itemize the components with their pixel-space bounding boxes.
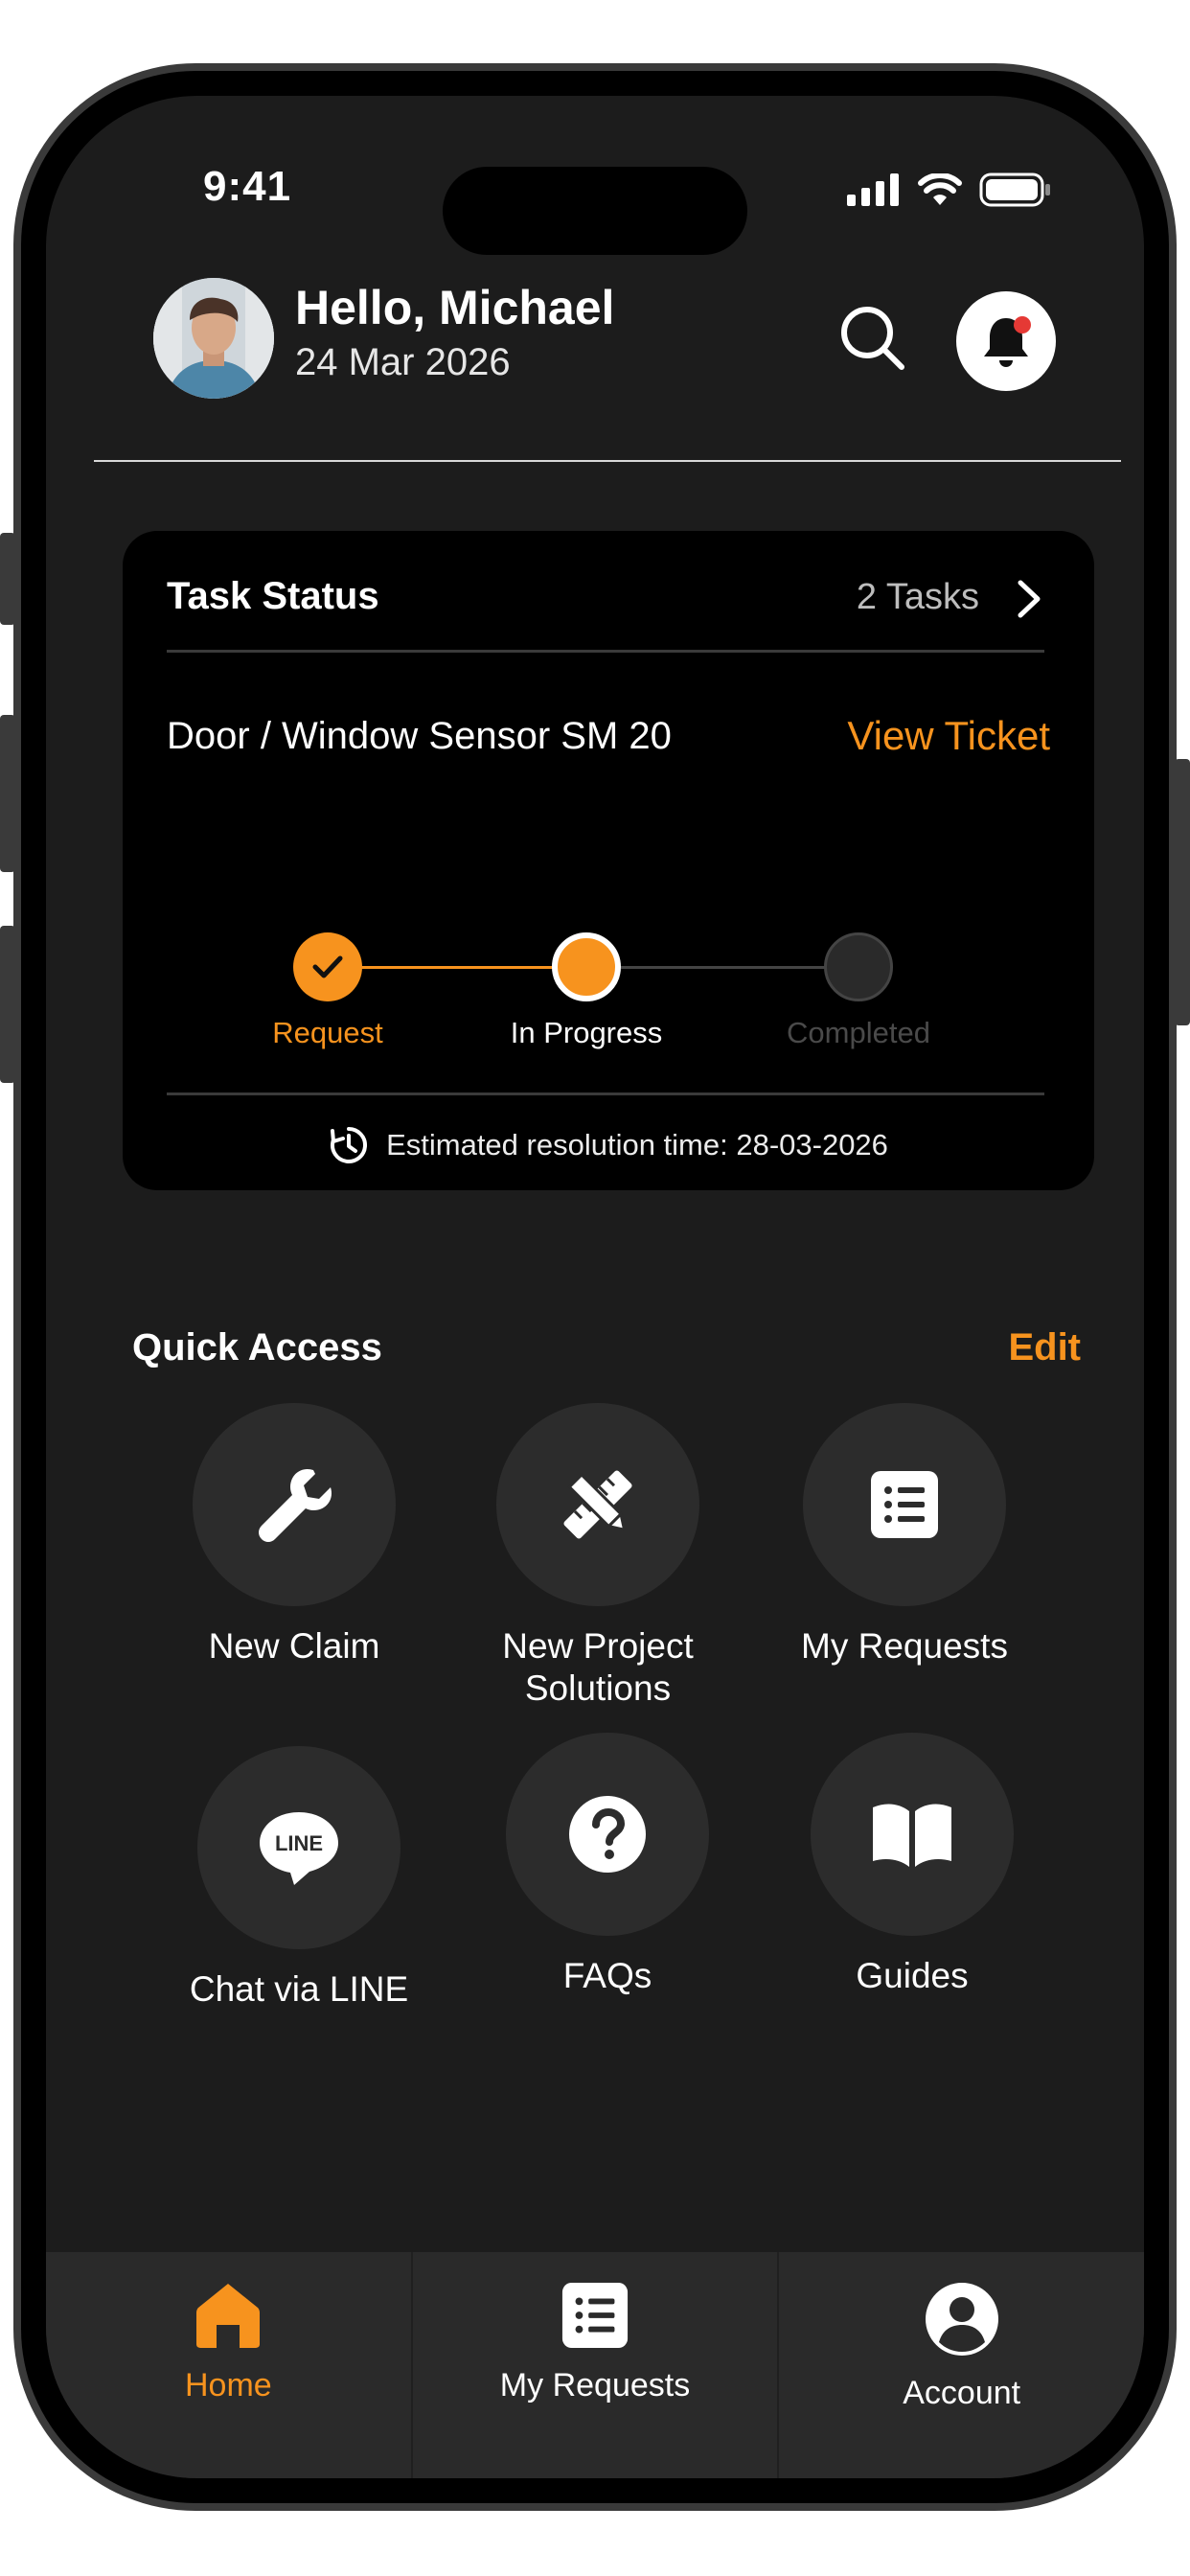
task-status-title: Task Status: [167, 575, 379, 617]
app-screen: 9:41 Hello, Michael 24 Mar 2026 Task Sta…: [46, 96, 1144, 2478]
nav-my-requests[interactable]: My Requests: [410, 2252, 778, 2478]
question-icon: [569, 1796, 646, 1873]
quick-faqs-circle: [506, 1733, 709, 1936]
signal-icon: [847, 173, 899, 206]
step-label-completed: Completed: [787, 1016, 930, 1049]
quick-my-requests-circle: [803, 1403, 1006, 1606]
wifi-icon: [918, 173, 962, 205]
quick-chat-line[interactable]: LINE Chat via LINE: [155, 1746, 443, 2011]
avatar[interactable]: [153, 278, 274, 399]
home-header: Hello, Michael 24 Mar 2026: [46, 278, 1144, 450]
card-divider: [167, 650, 1044, 653]
power-button: [1175, 759, 1190, 1025]
status-time: 9:41: [203, 163, 292, 210]
nav-account[interactable]: Account: [777, 2252, 1144, 2478]
book-icon: [873, 1804, 951, 1867]
wrench-icon: [259, 1468, 332, 1542]
quick-new-claim[interactable]: New Claim: [150, 1403, 438, 1668]
dynamic-island: [443, 167, 747, 255]
quick-faqs-label: FAQs: [562, 1956, 652, 1995]
quick-my-requests[interactable]: My Requests: [761, 1403, 1048, 1668]
clock-history-icon: [331, 1127, 368, 1163]
quick-new-project-label: New Project Solutions: [502, 1626, 694, 1708]
notification-dot: [1014, 316, 1031, 334]
task-status-card: Task Status 2 Tasks Door / Window Sensor…: [123, 531, 1094, 1190]
step-label-in-progress: In Progress: [510, 1016, 663, 1049]
quick-guides-label: Guides: [856, 1956, 969, 1995]
account-icon: [925, 2283, 998, 2356]
task-count[interactable]: 2 Tasks: [857, 577, 979, 618]
quick-chat-line-circle: LINE: [197, 1746, 400, 1949]
nav-my-requests-label: My Requests: [499, 2367, 691, 2404]
ticket-name: Door / Window Sensor SM 20: [167, 715, 672, 757]
quick-guides[interactable]: Guides: [768, 1733, 1056, 1997]
status-icons: [847, 172, 1052, 207]
step-label-request: Request: [272, 1016, 383, 1049]
step-completed-pending: [824, 932, 893, 1001]
current-date: 24 Mar 2026: [295, 341, 511, 383]
quick-new-project-circle: [496, 1403, 699, 1606]
line-chat-icon: LINE: [260, 1812, 338, 1885]
eta-row: Estimated resolution time: 28-03-2026: [123, 1125, 1094, 1165]
notifications-button[interactable]: [956, 291, 1056, 391]
quick-guides-circle: [811, 1733, 1014, 1936]
eta-divider: [167, 1092, 1044, 1095]
list-icon: [871, 1471, 938, 1538]
view-ticket-link[interactable]: View Ticket: [847, 713, 1050, 759]
quick-access-edit-button[interactable]: Edit: [1008, 1326, 1081, 1369]
chevron-right-icon[interactable]: [1016, 579, 1042, 619]
check-icon: [312, 955, 343, 978]
quick-chat-line-label: Chat via LINE: [189, 1969, 409, 2009]
header-divider: [94, 460, 1121, 462]
list-icon: [561, 2282, 629, 2349]
step-request-done: [293, 932, 362, 1001]
svg-text:LINE: LINE: [275, 1831, 323, 1855]
quick-access-title: Quick Access: [132, 1326, 382, 1368]
battery-icon: [979, 172, 1050, 207]
quick-new-claim-label: New Claim: [208, 1626, 380, 1666]
pencil-ruler-icon: [563, 1470, 632, 1539]
nav-home-label: Home: [184, 2367, 272, 2404]
quick-new-project-solutions[interactable]: New Project Solutions: [454, 1403, 742, 1710]
status-bar: 9:41: [46, 96, 1144, 255]
greeting-text: Hello, Michael: [295, 281, 615, 334]
quick-new-claim-circle: [193, 1403, 396, 1606]
nav-account-label: Account: [903, 2375, 1021, 2411]
search-icon: [841, 307, 904, 370]
phone-frame: 9:41 Hello, Michael 24 Mar 2026 Task Sta…: [13, 63, 1177, 2511]
phone-bezel: 9:41 Hello, Michael 24 Mar 2026 Task Sta…: [21, 71, 1169, 2503]
eta-text: Estimated resolution time: 28-03-2026: [386, 1128, 888, 1162]
bottom-navigation: Home My Requests Account: [46, 2252, 1144, 2478]
search-button[interactable]: [830, 295, 914, 380]
quick-my-requests-label: My Requests: [801, 1626, 1008, 1666]
nav-home[interactable]: Home: [46, 2252, 411, 2478]
quick-faqs[interactable]: FAQs: [464, 1733, 751, 1997]
home-icon: [196, 2284, 261, 2348]
step-in-progress-current: [552, 932, 621, 1001]
